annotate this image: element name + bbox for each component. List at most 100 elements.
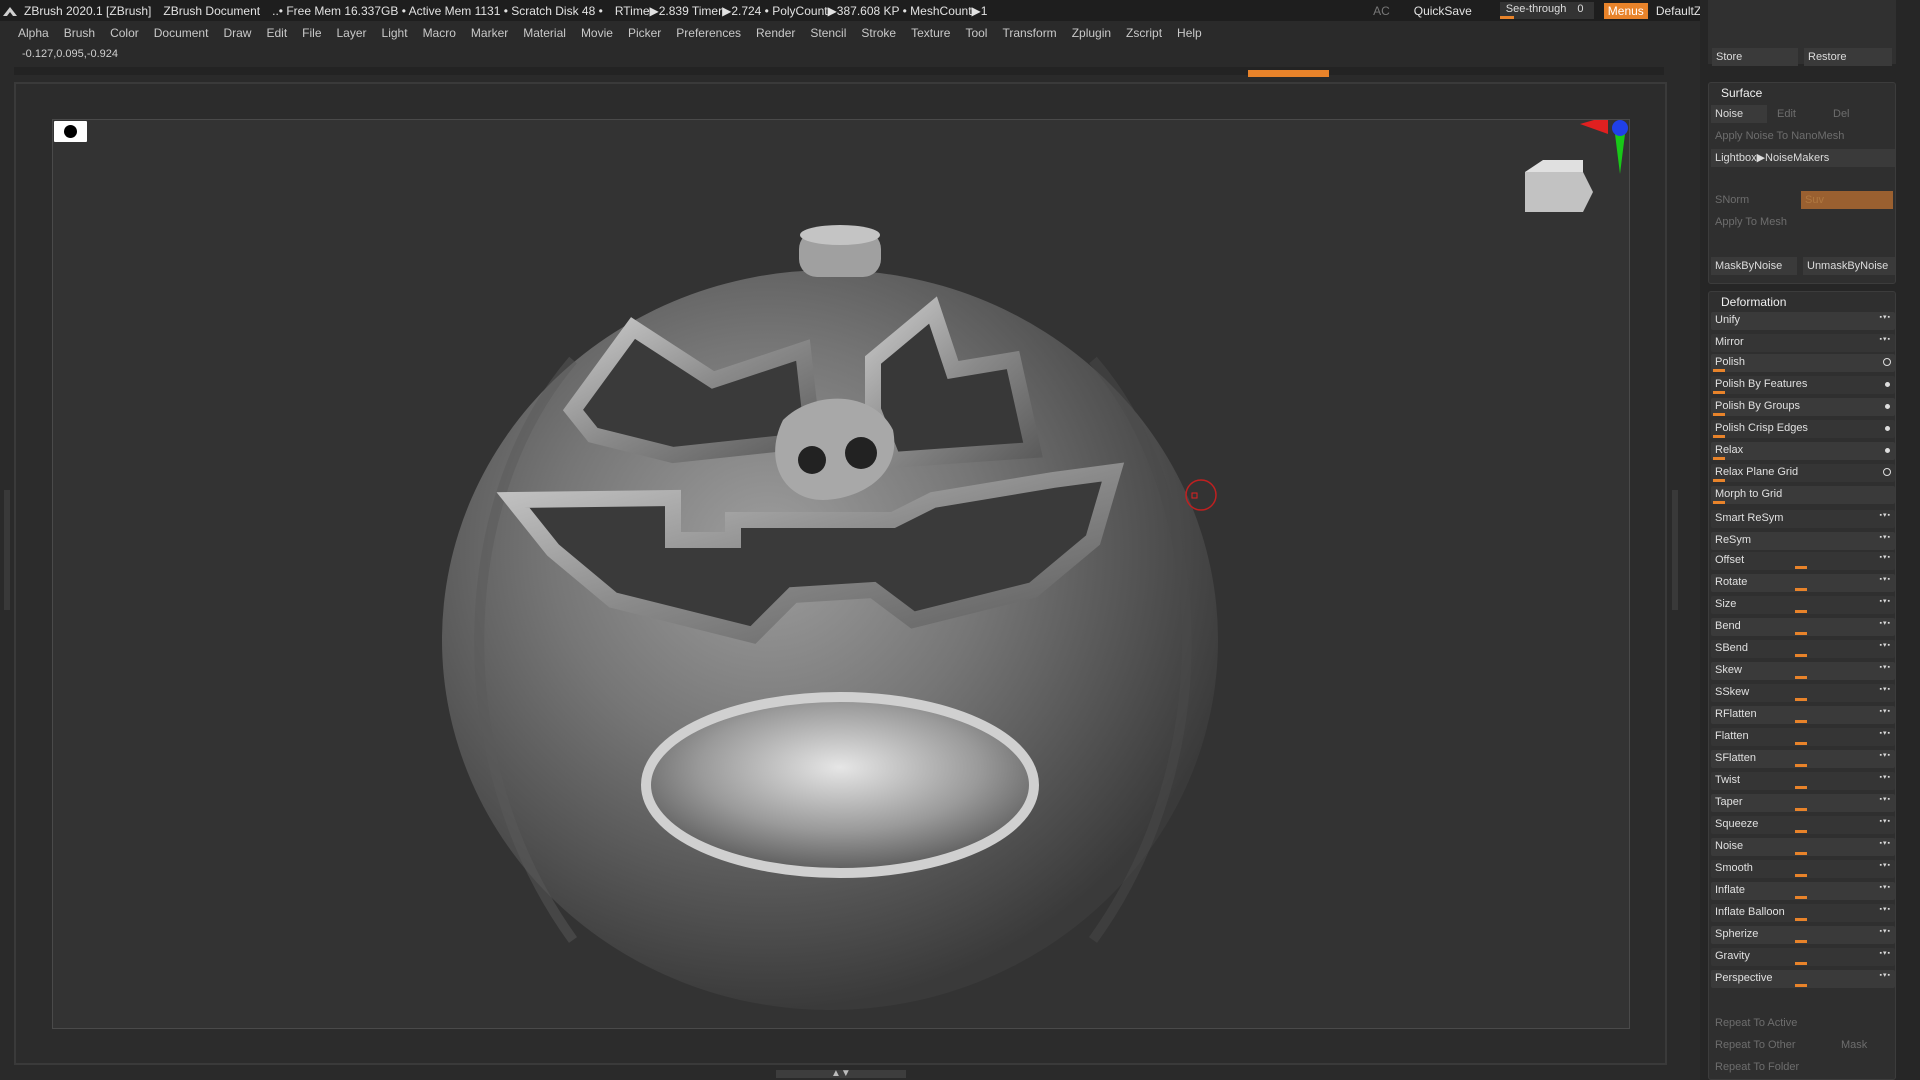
deformation-mirror[interactable]: Mirror ▪▾▪ xyxy=(1711,334,1895,352)
menu-color[interactable]: Color xyxy=(110,26,139,40)
toggle-circle-icon[interactable] xyxy=(1885,426,1890,431)
deformation-relax[interactable]: Relax xyxy=(1711,442,1895,460)
deformation-smooth[interactable]: Smooth ▪▾▪ xyxy=(1711,860,1895,878)
apply-to-mesh-button[interactable]: Apply To Mesh xyxy=(1711,213,1895,231)
snorm-slider[interactable]: SNorm xyxy=(1711,191,1795,209)
deformation-offset[interactable]: Offset ▪▾▪ xyxy=(1711,552,1895,570)
xyz-axis-icon[interactable]: ▪▾▪ xyxy=(1880,335,1891,343)
see-through-slider[interactable]: See-through 0 xyxy=(1499,2,1594,19)
deformation-sflatten[interactable]: SFlatten ▪▾▪ xyxy=(1711,750,1895,768)
repeat-to-folder-button[interactable]: Repeat To Folder xyxy=(1711,1058,1895,1076)
suv-button[interactable]: Suv xyxy=(1801,191,1893,209)
deformation-size[interactable]: Size ▪▾▪ xyxy=(1711,596,1895,614)
apply-noise-nanomesh-button[interactable]: Apply Noise To NanoMesh xyxy=(1711,127,1895,145)
xyz-axis-icon[interactable]: ▪▾▪ xyxy=(1880,511,1891,519)
deformation-perspective[interactable]: Perspective ▪▾▪ xyxy=(1711,970,1895,988)
menu-preferences[interactable]: Preferences xyxy=(676,26,741,40)
toggle-circle-icon[interactable] xyxy=(1883,468,1891,476)
deformation-gravity[interactable]: Gravity ▪▾▪ xyxy=(1711,948,1895,966)
menus-toggle[interactable]: Menus xyxy=(1603,2,1648,19)
deformation-spherize[interactable]: Spherize ▪▾▪ xyxy=(1711,926,1895,944)
xyz-axis-icon[interactable]: ▪▾▪ xyxy=(1880,751,1891,759)
ac-button[interactable]: AC xyxy=(1373,4,1390,18)
deformation-polish-by-features[interactable]: Polish By Features xyxy=(1711,376,1895,394)
quicksave-button[interactable]: QuickSave xyxy=(1414,4,1472,18)
menu-file[interactable]: File xyxy=(302,26,321,40)
menu-material[interactable]: Material xyxy=(523,26,566,40)
menu-layer[interactable]: Layer xyxy=(337,26,367,40)
deformation-squeeze[interactable]: Squeeze ▪▾▪ xyxy=(1711,816,1895,834)
deformation-unify[interactable]: Unify ▪▾▪ xyxy=(1711,312,1895,330)
menu-transform[interactable]: Transform xyxy=(1002,26,1056,40)
menu-edit[interactable]: Edit xyxy=(266,26,287,40)
xyz-axis-icon[interactable]: ▪▾▪ xyxy=(1880,773,1891,781)
deformation-inflate[interactable]: Inflate ▪▾▪ xyxy=(1711,882,1895,900)
menu-document[interactable]: Document xyxy=(154,26,209,40)
xyz-axis-icon[interactable]: ▪▾▪ xyxy=(1880,575,1891,583)
deformation-flatten[interactable]: Flatten ▪▾▪ xyxy=(1711,728,1895,746)
menu-macro[interactable]: Macro xyxy=(423,26,456,40)
menu-texture[interactable]: Texture xyxy=(911,26,950,40)
toggle-circle-icon[interactable] xyxy=(1885,382,1890,387)
deformation-taper[interactable]: Taper ▪▾▪ xyxy=(1711,794,1895,812)
xyz-axis-icon[interactable]: ▪▾▪ xyxy=(1880,663,1891,671)
xyz-axis-icon[interactable]: ▪▾▪ xyxy=(1880,685,1891,693)
deformation-twist[interactable]: Twist ▪▾▪ xyxy=(1711,772,1895,790)
xyz-axis-icon[interactable]: ▪▾▪ xyxy=(1880,533,1891,541)
xyz-axis-icon[interactable]: ▪▾▪ xyxy=(1880,619,1891,627)
store-button[interactable]: Store xyxy=(1712,48,1798,66)
deformation-smart-resym[interactable]: Smart ReSym ▪▾▪ xyxy=(1711,510,1895,528)
deformation-sbend[interactable]: SBend ▪▾▪ xyxy=(1711,640,1895,658)
xyz-axis-icon[interactable]: ▪▾▪ xyxy=(1880,707,1891,715)
toggle-circle-icon[interactable] xyxy=(1885,404,1890,409)
deformation-header[interactable]: Deformation xyxy=(1709,292,1895,312)
xyz-axis-icon[interactable]: ▪▾▪ xyxy=(1880,313,1891,321)
xyz-axis-icon[interactable]: ▪▾▪ xyxy=(1880,949,1891,957)
menu-render[interactable]: Render xyxy=(756,26,795,40)
repeat-to-active-button[interactable]: Repeat To Active xyxy=(1711,1014,1895,1032)
deformation-polish-by-groups[interactable]: Polish By Groups xyxy=(1711,398,1895,416)
restore-button[interactable]: Restore xyxy=(1804,48,1892,66)
deformation-bend[interactable]: Bend ▪▾▪ xyxy=(1711,618,1895,636)
menu-brush[interactable]: Brush xyxy=(64,26,95,40)
deformation-inflate-balloon[interactable]: Inflate Balloon ▪▾▪ xyxy=(1711,904,1895,922)
xyz-axis-icon[interactable]: ▪▾▪ xyxy=(1880,883,1891,891)
deformation-skew[interactable]: Skew ▪▾▪ xyxy=(1711,662,1895,680)
surface-header[interactable]: Surface xyxy=(1709,83,1895,103)
deformation-polish[interactable]: Polish xyxy=(1711,354,1895,372)
menu-tool[interactable]: Tool xyxy=(965,26,987,40)
xyz-axis-icon[interactable]: ▪▾▪ xyxy=(1880,927,1891,935)
deformation-morph-to-grid[interactable]: Morph to Grid xyxy=(1711,486,1895,504)
xyz-axis-icon[interactable]: ▪▾▪ xyxy=(1880,839,1891,847)
navigation-cube[interactable] xyxy=(1525,172,1593,212)
unmask-by-noise-button[interactable]: UnmaskByNoise xyxy=(1803,257,1895,275)
noise-del-button[interactable]: Del xyxy=(1829,105,1879,123)
xyz-axis-icon[interactable]: ▪▾▪ xyxy=(1880,971,1891,979)
deformation-resym[interactable]: ReSym ▪▾▪ xyxy=(1711,532,1895,550)
mask-by-noise-button[interactable]: MaskByNoise xyxy=(1711,257,1797,275)
xyz-axis-icon[interactable]: ▪▾▪ xyxy=(1880,905,1891,913)
menu-stroke[interactable]: Stroke xyxy=(861,26,896,40)
deformation-rotate[interactable]: Rotate ▪▾▪ xyxy=(1711,574,1895,592)
xyz-axis-icon[interactable]: ▪▾▪ xyxy=(1880,795,1891,803)
deformation-relax-plane-grid[interactable]: Relax Plane Grid xyxy=(1711,464,1895,482)
xyz-axis-icon[interactable]: ▪▾▪ xyxy=(1880,597,1891,605)
lightbox-noisemakers-button[interactable]: Lightbox▶NoiseMakers xyxy=(1711,149,1895,167)
noise-edit-button[interactable]: Edit xyxy=(1773,105,1823,123)
toggle-circle-icon[interactable] xyxy=(1885,448,1890,453)
menu-zscript[interactable]: Zscript xyxy=(1126,26,1162,40)
deformation-sskew[interactable]: SSkew ▪▾▪ xyxy=(1711,684,1895,702)
toggle-circle-icon[interactable] xyxy=(1883,358,1891,366)
deformation-rflatten[interactable]: RFlatten ▪▾▪ xyxy=(1711,706,1895,724)
left-tray-handle[interactable] xyxy=(4,490,10,610)
menu-draw[interactable]: Draw xyxy=(223,26,251,40)
repeat-to-other-button[interactable]: Repeat To Other xyxy=(1711,1036,1833,1054)
xyz-axis-icon[interactable]: ▪▾▪ xyxy=(1880,817,1891,825)
bottom-tray-handle[interactable]: ▲▼ xyxy=(776,1068,906,1079)
deformation-noise[interactable]: Noise ▪▾▪ xyxy=(1711,838,1895,856)
menu-movie[interactable]: Movie xyxy=(581,26,613,40)
menu-zplugin[interactable]: Zplugin xyxy=(1072,26,1111,40)
menu-help[interactable]: Help xyxy=(1177,26,1202,40)
right-tray-handle[interactable] xyxy=(1672,490,1678,610)
document-canvas[interactable] xyxy=(52,119,1630,1029)
